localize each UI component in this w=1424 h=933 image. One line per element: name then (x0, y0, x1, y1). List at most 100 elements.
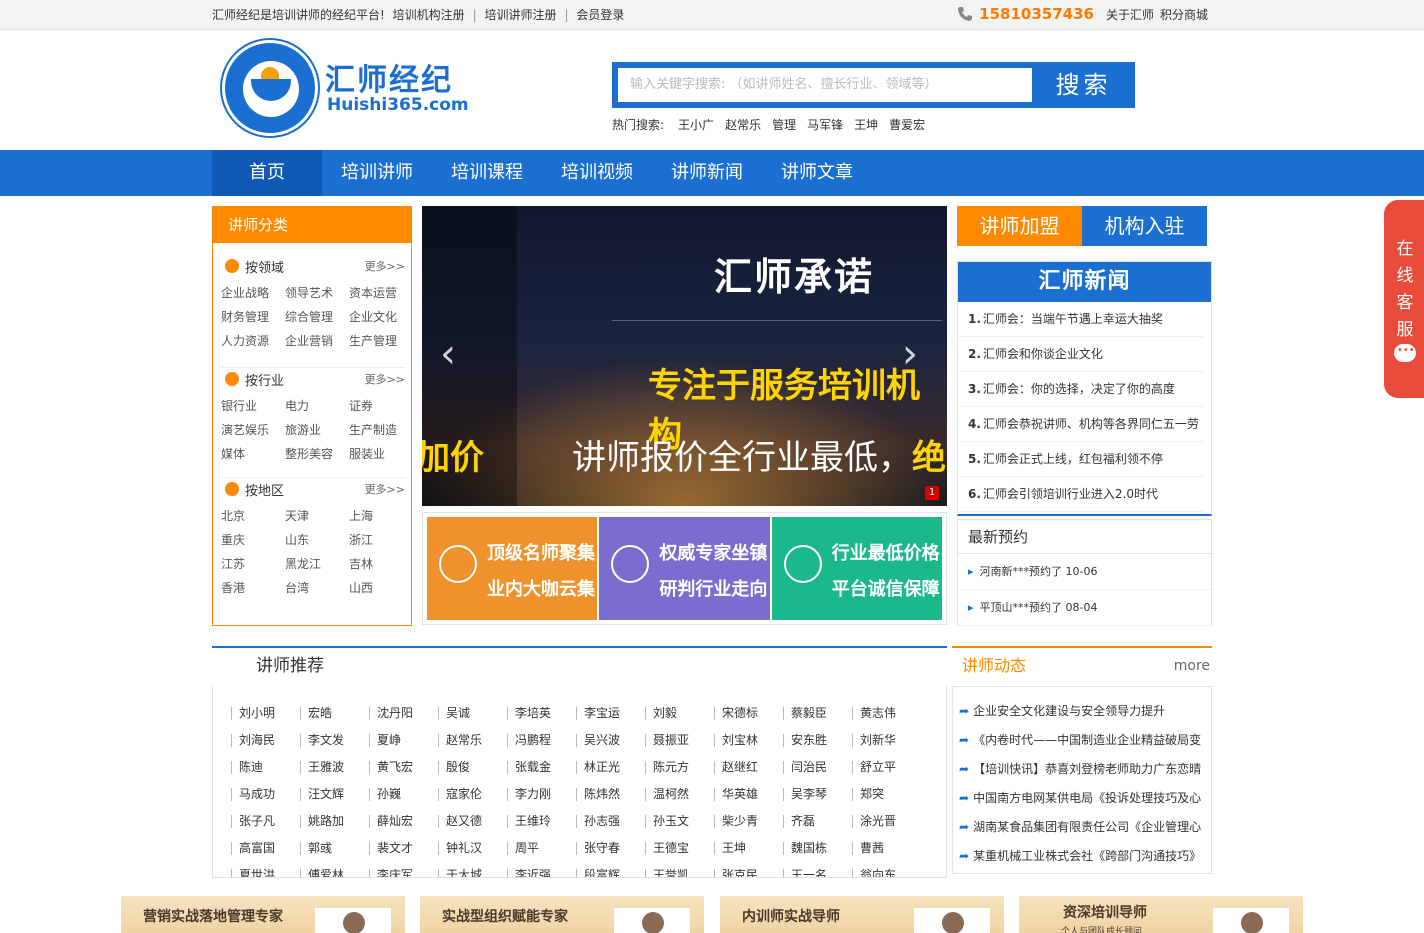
teacher-name-link[interactable]: 王维玲 (507, 815, 576, 828)
reservation-item[interactable]: ▸ 河南新***预约了 10-06 (958, 554, 1211, 590)
category-link[interactable]: 企业文化 (349, 305, 405, 329)
teacher-name-link[interactable]: 李力刚 (507, 788, 576, 801)
category-link[interactable]: 综合管理 (285, 305, 349, 329)
teacher-name-link[interactable]: 林正光 (576, 761, 645, 774)
member-login-link[interactable]: 会员登录 (576, 8, 624, 22)
teacher-name-link[interactable]: 翁向东 (852, 869, 921, 877)
more-link[interactable]: 更多>> (365, 481, 405, 497)
teacher-name-link[interactable]: 涂光晋 (852, 815, 921, 828)
teacher-name-link[interactable]: 魏国栋 (783, 842, 852, 855)
org-register-link[interactable]: 培训机构注册 (393, 8, 465, 22)
nav-news[interactable]: 讲师新闻 (652, 150, 762, 196)
teacher-ad[interactable]: 实战型组织赋能专家 (420, 896, 704, 933)
category-link[interactable]: 生产管理 (349, 329, 405, 353)
teacher-name-link[interactable]: 王德宝 (645, 842, 714, 855)
search-button[interactable]: 搜索 (1032, 62, 1135, 108)
teacher-name-link[interactable]: 夏峥 (369, 734, 438, 747)
teacher-name-link[interactable]: 张子凡 (231, 815, 300, 828)
hot-keyword[interactable]: 管理 (772, 116, 796, 133)
teacher-register-link[interactable]: 培训讲师注册 (485, 8, 557, 22)
hero-banner[interactable]: 汇师承诺 专注于服务培训机构 加价 讲师报价全行业最低，绝不加 ‹ › 1 (422, 206, 947, 506)
nav-videos[interactable]: 培训视频 (542, 150, 652, 196)
dynamics-item[interactable]: ➦ 《内卷时代——中国制造业企业精益破局变 (953, 726, 1211, 755)
teacher-name-link[interactable]: 陈迪 (231, 761, 300, 774)
teacher-name-link[interactable]: 郭彧 (300, 842, 369, 855)
teacher-join-button[interactable]: 讲师加盟 (957, 206, 1082, 246)
dynamics-item[interactable]: ➦ 【培训快讯】恭喜刘登榜老师助力广东恋晴 (953, 755, 1211, 784)
teacher-name-link[interactable]: 李文发 (300, 734, 369, 747)
teacher-name-link[interactable]: 黄飞宏 (369, 761, 438, 774)
teacher-name-link[interactable]: 黄志伟 (852, 707, 921, 720)
teacher-name-link[interactable]: 李培英 (507, 707, 576, 720)
teacher-name-link[interactable]: 刘新华 (852, 734, 921, 747)
hot-keyword[interactable]: 马军锋 (807, 116, 843, 133)
teacher-name-link[interactable]: 宏皓 (300, 707, 369, 720)
teacher-ad[interactable]: 营销实战落地管理专家 (121, 896, 405, 933)
teacher-name-link[interactable]: 殷俊 (438, 761, 507, 774)
category-link[interactable]: 山西 (349, 576, 405, 600)
next-arrow-icon[interactable]: › (902, 334, 926, 374)
hot-keyword[interactable]: 赵常乐 (725, 116, 761, 133)
teacher-name-link[interactable]: 孙志强 (576, 815, 645, 828)
category-link[interactable]: 香港 (221, 576, 285, 600)
teacher-name-link[interactable]: 汪文辉 (300, 788, 369, 801)
teacher-name-link[interactable]: 刘毅 (645, 707, 714, 720)
teacher-name-link[interactable]: 吴诚 (438, 707, 507, 720)
category-link[interactable]: 重庆 (221, 528, 285, 552)
dynamics-item[interactable]: ➦ 中国南方电网某供电局《投诉处理技巧及心 (953, 784, 1211, 813)
teacher-name-link[interactable]: 李近强 (507, 869, 576, 877)
dynamics-item[interactable]: ➦ 湖南某食品集团有限责任公司《企业管理心 (953, 813, 1211, 842)
nav-articles[interactable]: 讲师文章 (762, 150, 872, 196)
category-link[interactable]: 媒体 (221, 442, 285, 466)
teacher-name-link[interactable]: 冯鹏程 (507, 734, 576, 747)
news-item[interactable]: 6. 汇师会引领培训行业进入2.0时代 (958, 477, 1203, 512)
logo-emblem[interactable] (222, 40, 318, 136)
teacher-name-link[interactable]: 舒立平 (852, 761, 921, 774)
news-item[interactable]: 2. 汇师会和你谈企业文化 (958, 337, 1203, 372)
org-join-button[interactable]: 机构入驻 (1082, 206, 1207, 246)
teacher-name-link[interactable]: 柴少青 (714, 815, 783, 828)
search-input[interactable]: 输入关键字搜索: （如讲师姓名、擅长行业、领域等） (618, 68, 1032, 102)
category-link[interactable]: 资本运营 (349, 281, 405, 305)
teacher-name-link[interactable]: 王雅波 (300, 761, 369, 774)
category-link[interactable]: 山东 (285, 528, 349, 552)
teacher-name-link[interactable]: 温柯然 (645, 788, 714, 801)
category-link[interactable]: 财务管理 (221, 305, 285, 329)
teacher-ad[interactable]: 资深培训导师 个人与团队成长顾问 (1019, 896, 1303, 933)
teacher-name-link[interactable]: 刘海民 (231, 734, 300, 747)
prev-arrow-icon[interactable]: ‹ (440, 334, 464, 374)
category-link[interactable]: 人力资源 (221, 329, 285, 353)
teacher-name-link[interactable]: 张克民 (714, 869, 783, 877)
teacher-name-link[interactable]: 宋德标 (714, 707, 783, 720)
dynamics-item[interactable]: ➦ 企业安全文化建设与安全领导力提升 (953, 697, 1211, 726)
teacher-name-link[interactable]: 张载金 (507, 761, 576, 774)
teacher-name-link[interactable]: 陈炜然 (576, 788, 645, 801)
teacher-name-link[interactable]: 王誉凯 (645, 869, 714, 877)
hot-keyword[interactable]: 王小广 (678, 116, 714, 133)
category-link[interactable]: 黑龙江 (285, 552, 349, 576)
hot-keyword[interactable]: 王坤 (854, 116, 878, 133)
teacher-name-link[interactable]: 吴兴波 (576, 734, 645, 747)
teacher-name-link[interactable]: 赵又德 (438, 815, 507, 828)
category-link[interactable]: 台湾 (285, 576, 349, 600)
category-link[interactable]: 银行业 (221, 394, 285, 418)
category-link[interactable]: 企业战略 (221, 281, 285, 305)
category-link[interactable]: 电力 (285, 394, 349, 418)
teacher-name-link[interactable]: 吴李琴 (783, 788, 852, 801)
teacher-name-link[interactable]: 赵继红 (714, 761, 783, 774)
teacher-name-link[interactable]: 郑突 (852, 788, 921, 801)
points-mall-link[interactable]: 积分商城 (1160, 6, 1208, 23)
teacher-name-link[interactable]: 曹茜 (852, 842, 921, 855)
news-item[interactable]: 3. 汇师会：你的选择，决定了你的高度 (958, 372, 1203, 407)
category-link[interactable]: 企业营销 (285, 329, 349, 353)
teacher-name-link[interactable]: 周平 (507, 842, 576, 855)
nav-teachers[interactable]: 培训讲师 (322, 150, 432, 196)
teacher-name-link[interactable]: 陈元方 (645, 761, 714, 774)
teacher-name-link[interactable]: 齐磊 (783, 815, 852, 828)
teacher-name-link[interactable]: 安东胜 (783, 734, 852, 747)
teacher-name-link[interactable]: 钟礼汉 (438, 842, 507, 855)
feature-tile[interactable]: 权威专家坐镇 研判行业走向 (599, 517, 770, 620)
teacher-name-link[interactable]: 王坤 (714, 842, 783, 855)
teacher-name-link[interactable]: 李宝运 (576, 707, 645, 720)
slide-indicator[interactable]: 1 (925, 486, 939, 500)
